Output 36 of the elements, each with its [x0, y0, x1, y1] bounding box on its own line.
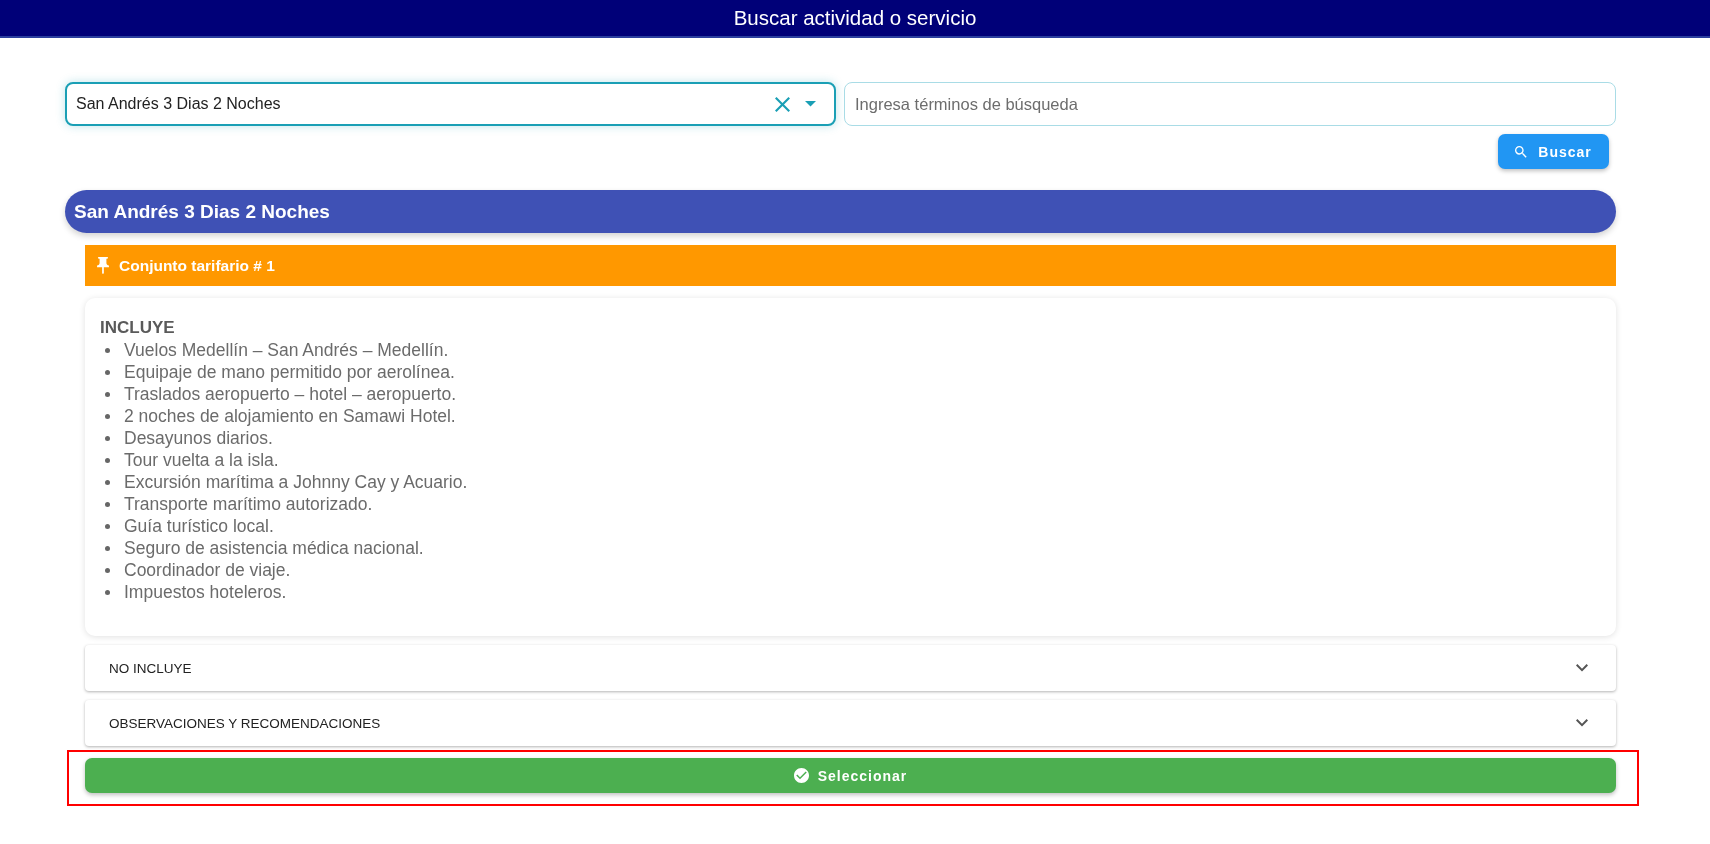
- list-item: Traslados aeropuerto – hotel – aeropuerto.: [124, 383, 457, 405]
- bullet-icon: [105, 479, 110, 485]
- bullet-icon: [105, 435, 110, 441]
- list-item: Desayunos diarios.: [124, 427, 273, 449]
- list-item: Transporte marítimo autorizado.: [124, 493, 373, 515]
- rate-set-title: Conjunto tarifario # 1: [119, 256, 275, 275]
- bullet-icon: [105, 347, 110, 353]
- bullet-icon: [105, 457, 110, 463]
- list-item: Seguro de asistencia médica nacional.: [124, 537, 424, 559]
- list-item: Excursión marítima a Johnny Cay y Acuario.: [124, 471, 468, 493]
- bullet-icon: [105, 523, 110, 529]
- package-title-bar: San Andrés 3 Dias 2 Noches: [65, 190, 1616, 233]
- bullet-icon: [105, 545, 110, 551]
- pin-icon: [97, 257, 109, 274]
- list-item: Coordinador de viaje.: [124, 559, 291, 581]
- bullet-icon: [105, 391, 110, 397]
- bullet-icon: [105, 413, 110, 419]
- search-input[interactable]: Ingresa términos de búsqueda: [844, 82, 1616, 126]
- page-title: Buscar actividad o servicio: [733, 6, 977, 30]
- caret-down-icon[interactable]: [805, 101, 816, 107]
- search-icon: [1515, 145, 1528, 158]
- list-item: Equipaje de mano permitido por aerolínea.: [124, 361, 455, 383]
- accordion-header[interactable]: OBSERVACIONES Y RECOMENDACIONES: [85, 700, 1616, 746]
- list-item: Impuestos hoteleros.: [124, 581, 287, 603]
- bullet-icon: [105, 567, 110, 573]
- clear-icon[interactable]: [775, 96, 790, 112]
- accordion-header[interactable]: NO INCLUYE: [85, 645, 1616, 691]
- list-item: Tour vuelta a la isla.: [124, 449, 279, 471]
- bullet-icon: [105, 501, 110, 507]
- bullet-icon: [105, 589, 110, 595]
- bullet-icon: [105, 369, 110, 375]
- list-item: Guía turístico local.: [124, 515, 274, 537]
- select-field[interactable]: San Andrés 3 Dias 2 Noches: [65, 82, 836, 126]
- list-item: Vuelos Medellín – San Andrés – Medellín.: [124, 339, 449, 361]
- includes-heading: INCLUYE: [100, 317, 176, 339]
- list-item: 2 noches de alojamiento en Samawi Hotel.: [124, 405, 456, 427]
